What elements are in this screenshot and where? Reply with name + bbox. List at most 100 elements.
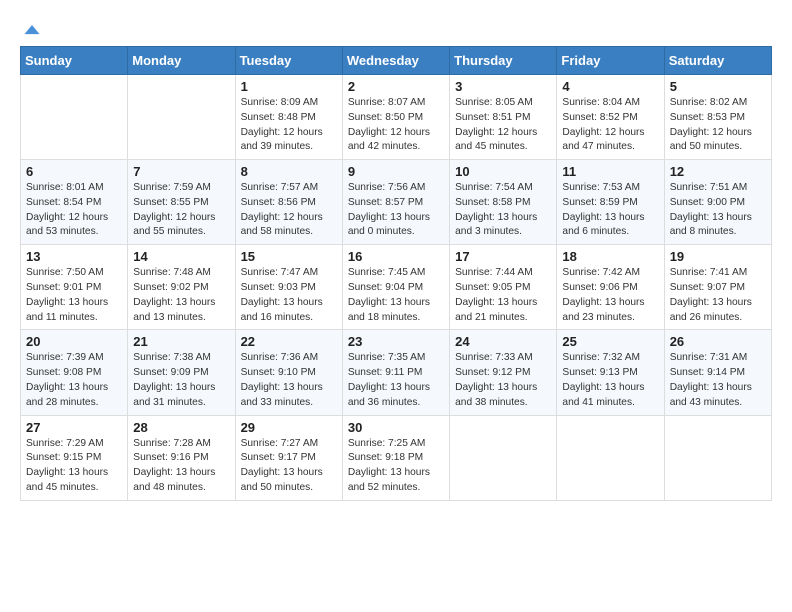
calendar-cell: 23 Sunrise: 7:35 AM Sunset: 9:11 PM Dayli… xyxy=(342,330,449,415)
calendar-cell: 4 Sunrise: 8:04 AM Sunset: 8:52 PM Daylig… xyxy=(557,75,664,160)
day-info: Sunrise: 7:36 AM Sunset: 9:10 PM Dayligh… xyxy=(241,351,337,410)
day-info: Sunrise: 7:53 AM Sunset: 8:59 PM Dayligh… xyxy=(562,181,658,240)
calendar-cell: 10 Sunrise: 7:54 AM Sunset: 8:58 PM Dayli… xyxy=(450,160,557,245)
day-number: 2 xyxy=(348,79,444,94)
calendar-cell: 24 Sunrise: 7:33 AM Sunset: 9:12 PM Dayli… xyxy=(450,330,557,415)
day-info: Sunrise: 7:25 AM Sunset: 9:18 PM Dayligh… xyxy=(348,437,444,496)
calendar-cell: 15Sunrise: 7:47 AM Sunset: 9:03 PM Dayli… xyxy=(235,245,342,330)
day-number: 29 xyxy=(241,420,337,435)
day-info: Sunrise: 7:35 AM Sunset: 9:11 PM Dayligh… xyxy=(348,351,444,410)
calendar-cell: 11 Sunrise: 7:53 AM Sunset: 8:59 PM Dayli… xyxy=(557,160,664,245)
calendar-cell: 5 Sunrise: 8:02 AM Sunset: 8:53 PM Daylig… xyxy=(664,75,771,160)
calendar-cell xyxy=(450,415,557,500)
calendar-cell: 6 Sunrise: 8:01 AM Sunset: 8:54 PM Daylig… xyxy=(21,160,128,245)
day-number: 8 xyxy=(241,164,337,179)
weekday-header-thursday: Thursday xyxy=(450,47,557,75)
calendar-cell: 29 Sunrise: 7:27 AM Sunset: 9:17 PM Dayli… xyxy=(235,415,342,500)
day-number: 13 xyxy=(26,249,122,264)
week-row-4: 20 Sunrise: 7:39 AM Sunset: 9:08 PM Dayli… xyxy=(21,330,772,415)
day-number: 1 xyxy=(241,79,337,94)
calendar-cell: 19Sunrise: 7:41 AM Sunset: 9:07 PM Dayli… xyxy=(664,245,771,330)
calendar-cell xyxy=(21,75,128,160)
day-number: 6 xyxy=(26,164,122,179)
day-info: Sunrise: 7:48 AM Sunset: 9:02 PM Dayligh… xyxy=(133,266,229,325)
week-row-1: 1 Sunrise: 8:09 AM Sunset: 8:48 PM Daylig… xyxy=(21,75,772,160)
weekday-header-monday: Monday xyxy=(128,47,235,75)
day-info: Sunrise: 8:09 AM Sunset: 8:48 PM Dayligh… xyxy=(241,96,337,155)
logo xyxy=(20,20,42,36)
weekday-header-saturday: Saturday xyxy=(664,47,771,75)
week-row-5: 27 Sunrise: 7:29 AM Sunset: 9:15 PM Dayli… xyxy=(21,415,772,500)
logo-icon xyxy=(22,20,42,40)
calendar-cell: 16Sunrise: 7:45 AM Sunset: 9:04 PM Dayli… xyxy=(342,245,449,330)
calendar-cell: 13 Sunrise: 7:50 AM Sunset: 9:01 PM Dayli… xyxy=(21,245,128,330)
day-info: Sunrise: 7:45 AM Sunset: 9:04 PM Dayligh… xyxy=(348,266,444,325)
day-number: 5 xyxy=(670,79,766,94)
calendar-cell: 18 Sunrise: 7:42 AM Sunset: 9:06 PM Dayli… xyxy=(557,245,664,330)
day-info: Sunrise: 7:41 AM Sunset: 9:07 PM Dayligh… xyxy=(670,266,766,325)
day-info: Sunrise: 7:57 AM Sunset: 8:56 PM Dayligh… xyxy=(241,181,337,240)
day-number: 9 xyxy=(348,164,444,179)
calendar-cell: 20 Sunrise: 7:39 AM Sunset: 9:08 PM Dayli… xyxy=(21,330,128,415)
weekday-header-row: SundayMondayTuesdayWednesdayThursdayFrid… xyxy=(21,47,772,75)
day-info: Sunrise: 7:32 AM Sunset: 9:13 PM Dayligh… xyxy=(562,351,658,410)
day-info: Sunrise: 7:33 AM Sunset: 9:12 PM Dayligh… xyxy=(455,351,551,410)
calendar-cell: 1 Sunrise: 8:09 AM Sunset: 8:48 PM Daylig… xyxy=(235,75,342,160)
page-header xyxy=(20,20,772,36)
day-number: 20 xyxy=(26,334,122,349)
day-number: 22 xyxy=(241,334,337,349)
calendar-cell: 8 Sunrise: 7:57 AM Sunset: 8:56 PM Daylig… xyxy=(235,160,342,245)
weekday-header-tuesday: Tuesday xyxy=(235,47,342,75)
day-info: Sunrise: 7:44 AM Sunset: 9:05 PM Dayligh… xyxy=(455,266,551,325)
day-number: 10 xyxy=(455,164,551,179)
day-info: Sunrise: 7:28 AM Sunset: 9:16 PM Dayligh… xyxy=(133,437,229,496)
calendar-cell: 26 Sunrise: 7:31 AM Sunset: 9:14 PM Dayli… xyxy=(664,330,771,415)
calendar-cell: 22 Sunrise: 7:36 AM Sunset: 9:10 PM Dayli… xyxy=(235,330,342,415)
calendar-cell: 2 Sunrise: 8:07 AM Sunset: 8:50 PM Daylig… xyxy=(342,75,449,160)
day-info: Sunrise: 7:31 AM Sunset: 9:14 PM Dayligh… xyxy=(670,351,766,410)
day-info: Sunrise: 7:59 AM Sunset: 8:55 PM Dayligh… xyxy=(133,181,229,240)
day-info: Sunrise: 7:29 AM Sunset: 9:15 PM Dayligh… xyxy=(26,437,122,496)
day-number: 15 xyxy=(241,249,337,264)
day-info: Sunrise: 7:42 AM Sunset: 9:06 PM Dayligh… xyxy=(562,266,658,325)
calendar-cell: 17Sunrise: 7:44 AM Sunset: 9:05 PM Dayli… xyxy=(450,245,557,330)
day-number: 28 xyxy=(133,420,229,435)
calendar-cell: 21 Sunrise: 7:38 AM Sunset: 9:09 PM Dayli… xyxy=(128,330,235,415)
day-number: 26 xyxy=(670,334,766,349)
calendar-cell xyxy=(557,415,664,500)
week-row-3: 13 Sunrise: 7:50 AM Sunset: 9:01 PM Dayli… xyxy=(21,245,772,330)
day-number: 11 xyxy=(562,164,658,179)
day-number: 23 xyxy=(348,334,444,349)
calendar-cell: 30 Sunrise: 7:25 AM Sunset: 9:18 PM Dayli… xyxy=(342,415,449,500)
day-info: Sunrise: 7:54 AM Sunset: 8:58 PM Dayligh… xyxy=(455,181,551,240)
day-number: 18 xyxy=(562,249,658,264)
calendar-cell: 12 Sunrise: 7:51 AM Sunset: 9:00 PM Dayli… xyxy=(664,160,771,245)
day-info: Sunrise: 7:51 AM Sunset: 9:00 PM Dayligh… xyxy=(670,181,766,240)
day-number: 4 xyxy=(562,79,658,94)
day-number: 27 xyxy=(26,420,122,435)
day-number: 21 xyxy=(133,334,229,349)
day-info: Sunrise: 7:27 AM Sunset: 9:17 PM Dayligh… xyxy=(241,437,337,496)
day-number: 30 xyxy=(348,420,444,435)
weekday-header-wednesday: Wednesday xyxy=(342,47,449,75)
day-info: Sunrise: 8:04 AM Sunset: 8:52 PM Dayligh… xyxy=(562,96,658,155)
day-info: Sunrise: 8:01 AM Sunset: 8:54 PM Dayligh… xyxy=(26,181,122,240)
calendar-cell: 3Sunrise: 8:05 AM Sunset: 8:51 PM Daylig… xyxy=(450,75,557,160)
calendar-cell: 14 Sunrise: 7:48 AM Sunset: 9:02 PM Dayli… xyxy=(128,245,235,330)
day-info: Sunrise: 7:39 AM Sunset: 9:08 PM Dayligh… xyxy=(26,351,122,410)
day-info: Sunrise: 8:05 AM Sunset: 8:51 PM Dayligh… xyxy=(455,96,551,155)
day-info: Sunrise: 8:02 AM Sunset: 8:53 PM Dayligh… xyxy=(670,96,766,155)
day-number: 12 xyxy=(670,164,766,179)
weekday-header-friday: Friday xyxy=(557,47,664,75)
day-number: 24 xyxy=(455,334,551,349)
calendar-cell: 27 Sunrise: 7:29 AM Sunset: 9:15 PM Dayli… xyxy=(21,415,128,500)
calendar-cell: 28 Sunrise: 7:28 AM Sunset: 9:16 PM Dayli… xyxy=(128,415,235,500)
day-number: 14 xyxy=(133,249,229,264)
calendar-cell: 25Sunrise: 7:32 AM Sunset: 9:13 PM Dayli… xyxy=(557,330,664,415)
day-info: Sunrise: 8:07 AM Sunset: 8:50 PM Dayligh… xyxy=(348,96,444,155)
day-number: 7 xyxy=(133,164,229,179)
day-info: Sunrise: 7:38 AM Sunset: 9:09 PM Dayligh… xyxy=(133,351,229,410)
day-info: Sunrise: 7:50 AM Sunset: 9:01 PM Dayligh… xyxy=(26,266,122,325)
week-row-2: 6 Sunrise: 8:01 AM Sunset: 8:54 PM Daylig… xyxy=(21,160,772,245)
calendar-cell xyxy=(664,415,771,500)
